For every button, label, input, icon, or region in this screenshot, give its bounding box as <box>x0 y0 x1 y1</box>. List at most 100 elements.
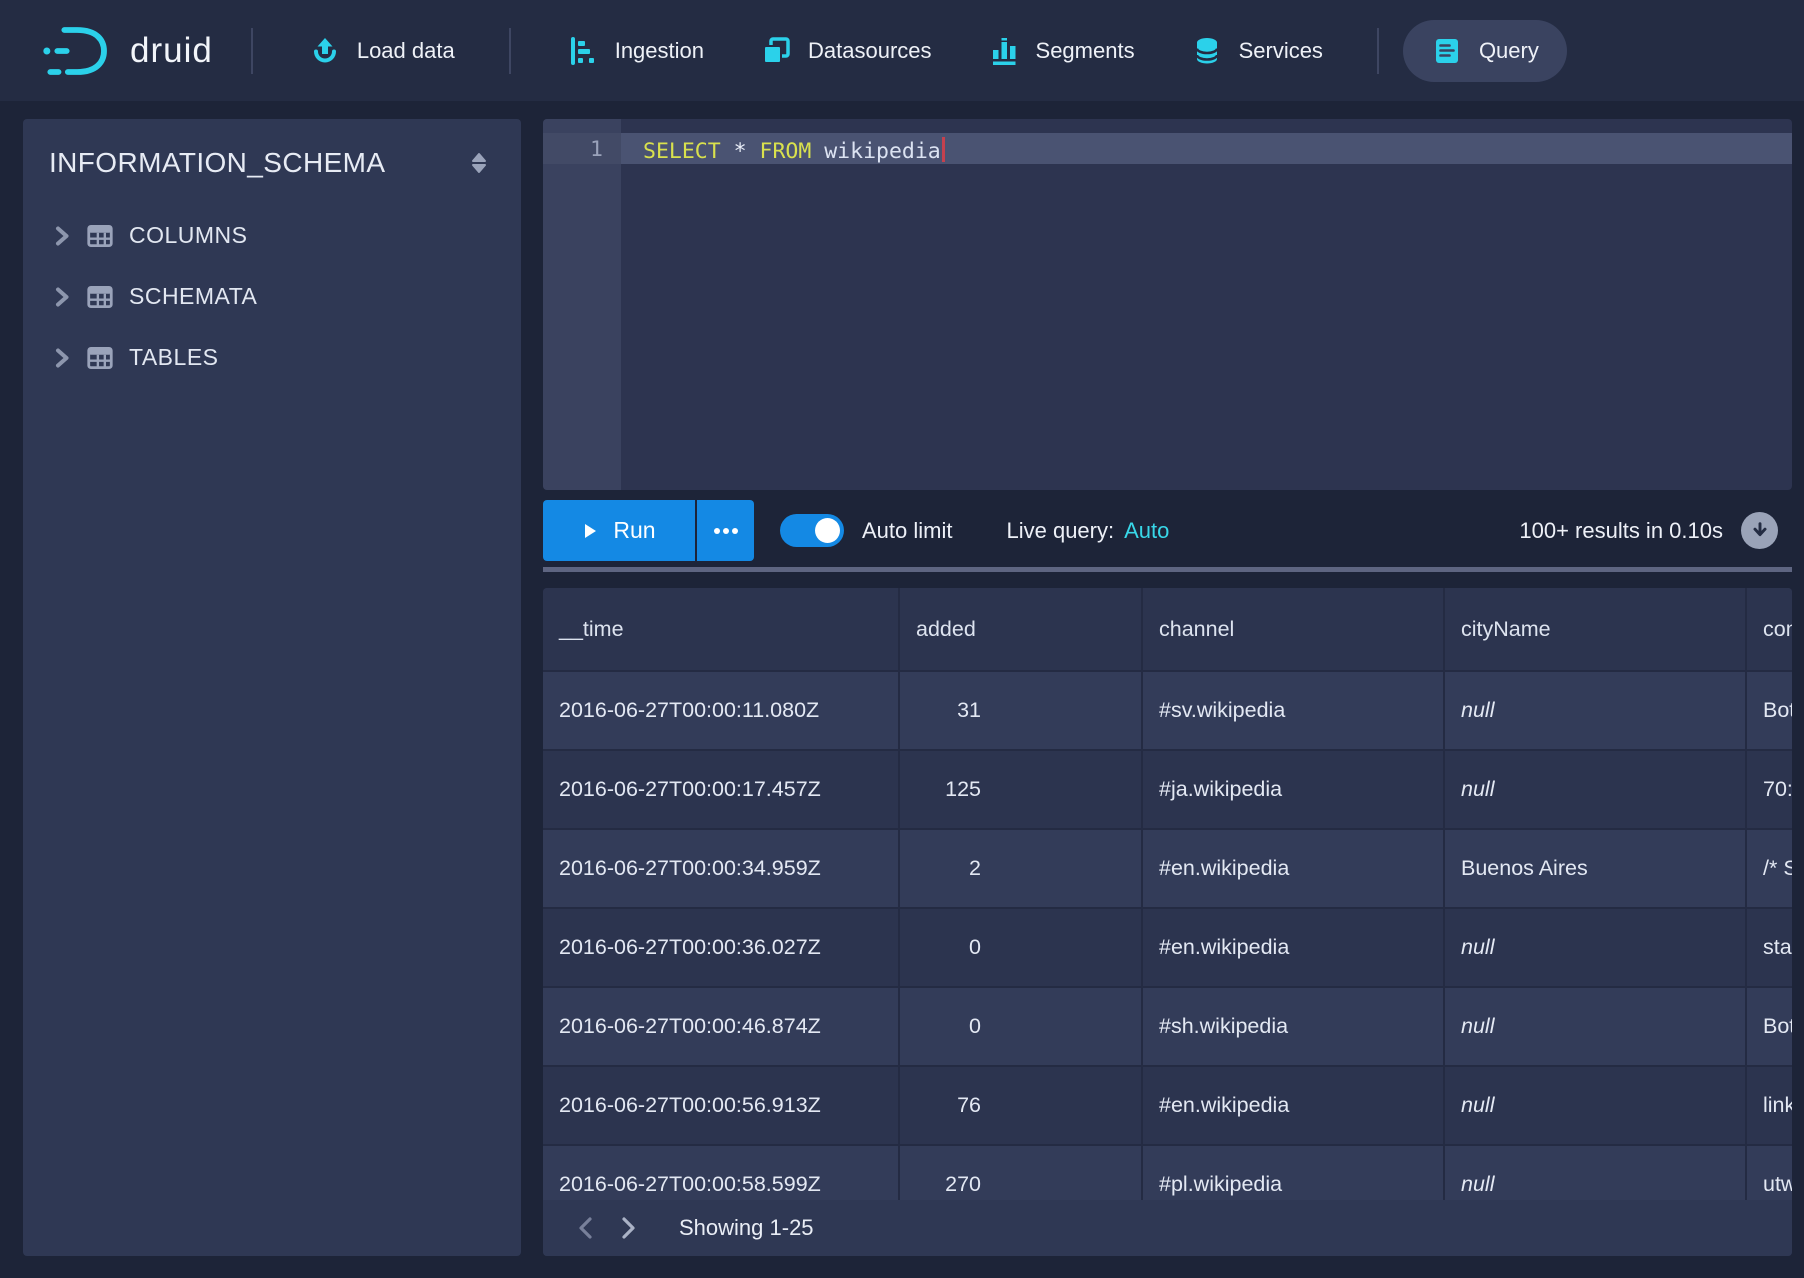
pagination-status: Showing 1-25 <box>679 1215 814 1241</box>
table-cell[interactable]: 2016-06-27T00:00:58.599Z <box>543 1146 900 1200</box>
top-navbar: druid Load data Ingestion <box>0 0 1804 101</box>
nav-separator <box>251 28 253 74</box>
table-cell[interactable]: #en.wikipedia <box>1143 1067 1445 1146</box>
table-cell[interactable]: link <box>1747 1067 1792 1146</box>
nav-item-load-data[interactable]: Load data <box>309 35 455 67</box>
column-header-channel[interactable]: channel <box>1143 588 1445 672</box>
table-cell[interactable]: 0 <box>900 909 1143 988</box>
editor-code-line: SELECT * FROM wikipedia <box>643 137 945 164</box>
nav-label: Segments <box>1036 38 1135 64</box>
chevron-right-icon <box>49 223 75 249</box>
results-header: __timeaddedchannelcityNamecomment <box>543 588 1792 672</box>
nav-item-query[interactable]: Query <box>1403 20 1567 82</box>
table-cell[interactable]: #sh.wikipedia <box>1143 988 1445 1067</box>
table-cell[interactable]: sta <box>1747 909 1792 988</box>
table-cell[interactable]: Bot <box>1747 672 1792 751</box>
table-cell[interactable]: null <box>1445 988 1747 1067</box>
table-cell[interactable]: null <box>1445 672 1747 751</box>
druid-logo[interactable]: druid <box>38 23 213 79</box>
run-button-label: Run <box>613 517 655 544</box>
chevron-right-icon <box>49 345 75 371</box>
table-cell[interactable]: #ja.wikipedia <box>1143 751 1445 830</box>
table-cell[interactable]: 2016-06-27T00:00:34.959Z <box>543 830 900 909</box>
nav-label: Datasources <box>808 38 932 64</box>
sidebar-item-schemata[interactable]: SCHEMATA <box>49 266 495 327</box>
table-row: 2016-06-27T00:00:56.913Z76#en.wikipedian… <box>543 1067 1792 1146</box>
table-cell[interactable]: utw <box>1747 1146 1792 1200</box>
run-button[interactable]: Run <box>543 500 695 561</box>
sql-editor[interactable]: 1 SELECT * FROM wikipedia <box>543 119 1792 490</box>
nav-label: Services <box>1239 38 1323 64</box>
live-query-label: Live query: <box>1006 518 1114 544</box>
live-query-value[interactable]: Auto <box>1124 518 1169 544</box>
next-page-button[interactable] <box>607 1207 649 1249</box>
table-cell[interactable]: Buenos Aires <box>1445 830 1747 909</box>
nav-item-ingestion[interactable]: Ingestion <box>567 35 704 67</box>
results-summary: 100+ results in 0.10s <box>1519 518 1723 544</box>
chevron-right-icon <box>49 284 75 310</box>
results-footer: Showing 1-25 <box>543 1200 1792 1256</box>
nav-separator <box>1377 28 1379 74</box>
nav-item-segments[interactable]: Segments <box>988 35 1135 67</box>
table-row: 2016-06-27T00:00:46.874Z0#sh.wikipedianu… <box>543 988 1792 1067</box>
table-cell[interactable]: null <box>1445 751 1747 830</box>
results-body: 2016-06-27T00:00:11.080Z31#sv.wikipedian… <box>543 672 1792 1200</box>
table-cell[interactable]: 0 <box>900 988 1143 1067</box>
table-cell[interactable]: null <box>1445 909 1747 988</box>
sidebar-item-columns[interactable]: COLUMNS <box>49 205 495 266</box>
table-row: 2016-06-27T00:00:34.959Z2#en.wikipediaBu… <box>543 830 1792 909</box>
text-cursor <box>942 137 945 162</box>
sidebar-item-label: SCHEMATA <box>129 283 257 310</box>
table-cell[interactable]: 76 <box>900 1067 1143 1146</box>
table-cell[interactable]: null <box>1445 1146 1747 1200</box>
nav-label: Load data <box>357 38 455 64</box>
table-row: 2016-06-27T00:00:36.027Z0#en.wikipedianu… <box>543 909 1792 988</box>
nav-label: Query <box>1479 38 1539 64</box>
table-row: 2016-06-27T00:00:11.080Z31#sv.wikipedian… <box>543 672 1792 751</box>
table-cell[interactable]: #en.wikipedia <box>1143 830 1445 909</box>
segments-icon <box>988 35 1020 67</box>
auto-limit-toggle[interactable] <box>780 514 844 547</box>
results-scroll-area[interactable]: __timeaddedchannelcityNamecomment 2016-0… <box>543 588 1792 1200</box>
table-icon <box>85 282 115 312</box>
editor-line-number: 1 <box>543 137 603 162</box>
more-options-button[interactable] <box>697 500 754 561</box>
sidebar-item-tables[interactable]: TABLES <box>49 327 495 388</box>
table-cell[interactable]: 270 <box>900 1146 1143 1200</box>
sort-icon[interactable] <box>463 147 495 179</box>
table-cell[interactable]: 2016-06-27T00:00:56.913Z <box>543 1067 900 1146</box>
brand-name: druid <box>130 31 213 71</box>
table-cell[interactable]: 70: <box>1747 751 1792 830</box>
table-cell[interactable]: Bot <box>1747 988 1792 1067</box>
services-icon <box>1191 35 1223 67</box>
pane-resize-divider[interactable] <box>543 567 1792 572</box>
table-cell[interactable]: 2016-06-27T00:00:36.027Z <box>543 909 900 988</box>
table-cell[interactable]: 125 <box>900 751 1143 830</box>
table-cell[interactable]: 2016-06-27T00:00:17.457Z <box>543 751 900 830</box>
table-cell[interactable]: /* S <box>1747 830 1792 909</box>
sql-text: * <box>721 139 760 164</box>
nav-separator <box>509 28 511 74</box>
column-header-cityName[interactable]: cityName <box>1445 588 1747 672</box>
toggle-knob <box>815 518 840 543</box>
sql-keyword: FROM <box>760 139 812 164</box>
table-cell[interactable]: 2016-06-27T00:00:11.080Z <box>543 672 900 751</box>
previous-page-button[interactable] <box>565 1207 607 1249</box>
column-header-added[interactable]: added <box>900 588 1143 672</box>
nav-item-datasources[interactable]: Datasources <box>760 35 932 67</box>
table-cell[interactable]: #en.wikipedia <box>1143 909 1445 988</box>
table-cell[interactable]: #pl.wikipedia <box>1143 1146 1445 1200</box>
table-cell[interactable]: #sv.wikipedia <box>1143 672 1445 751</box>
nav-item-services[interactable]: Services <box>1191 35 1323 67</box>
download-icon[interactable] <box>1741 512 1778 549</box>
table-cell[interactable]: null <box>1445 1067 1747 1146</box>
table-icon <box>85 221 115 251</box>
table-cell[interactable]: 2016-06-27T00:00:46.874Z <box>543 988 900 1067</box>
table-row: 2016-06-27T00:00:58.599Z270#pl.wikipedia… <box>543 1146 1792 1200</box>
table-cell[interactable]: 2 <box>900 830 1143 909</box>
column-header-comment[interactable]: comment <box>1747 588 1792 672</box>
auto-limit-label: Auto limit <box>862 518 952 544</box>
column-header-__time[interactable]: __time <box>543 588 900 672</box>
druid-logo-icon <box>38 23 114 79</box>
table-cell[interactable]: 31 <box>900 672 1143 751</box>
